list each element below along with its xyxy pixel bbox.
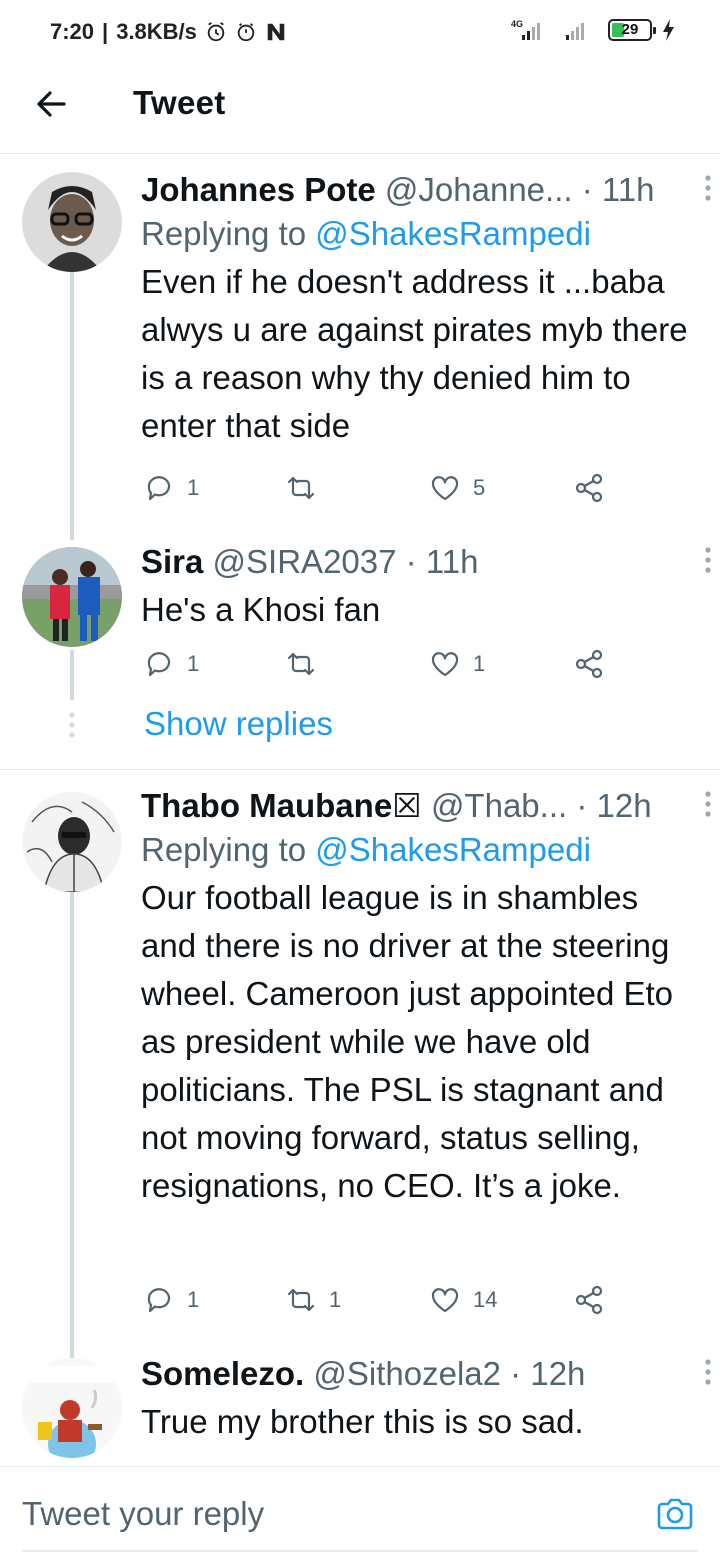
like-count: 1 — [473, 651, 486, 676]
tweet-text: He's a Khosi fan — [141, 591, 381, 628]
status-bar: 7:20 | 3.8KB/s 4G 29 — [0, 0, 720, 64]
author-name[interactable]: Sira — [141, 543, 203, 580]
avatar[interactable] — [22, 792, 122, 892]
reply-button[interactable]: 1 — [143, 648, 199, 680]
author-name[interactable]: Johannes Pote — [141, 171, 376, 208]
top-bar: Tweet — [0, 64, 720, 154]
replying-to: Replying to @ShakesRampedi — [141, 215, 591, 252]
reply-count: 1 — [187, 1287, 200, 1312]
heart-icon — [431, 1288, 459, 1313]
battery-icon: 29 — [608, 19, 656, 41]
reply-button[interactable]: 1 — [143, 472, 199, 504]
camera-icon[interactable] — [655, 1495, 695, 1533]
share-icon — [575, 1285, 603, 1315]
back-arrow-icon[interactable] — [30, 82, 74, 126]
author-handle[interactable]: @SIRA2037 — [213, 543, 397, 580]
clock-icon — [237, 23, 255, 42]
share-button[interactable] — [573, 1284, 605, 1316]
signal-4g-icon: 4G — [511, 19, 540, 40]
tweet[interactable]: Sira @SIRA2037 · 11h He's a Khosi fan 1 … — [0, 540, 720, 700]
tweet-time: 11h — [425, 543, 479, 580]
status-speed: 3.8KB/s — [116, 19, 197, 44]
retweet-icon — [287, 652, 315, 676]
author-name[interactable]: Somelezo. — [141, 1355, 304, 1392]
avatar[interactable] — [22, 1358, 122, 1458]
retweet-button[interactable] — [285, 648, 329, 680]
replying-to: Replying to @ShakesRampedi — [141, 831, 591, 868]
author-name[interactable]: Thabo Maubane☒ — [141, 787, 422, 824]
input-underline — [22, 1550, 698, 1552]
share-icon — [575, 649, 603, 679]
status-right: 4G 29 — [508, 18, 676, 42]
tweet-actions: 1 5 — [141, 472, 621, 512]
thread-more-icon — [69, 712, 75, 738]
mention-link[interactable]: @ShakesRampedi — [315, 831, 591, 868]
alarm-icon — [207, 22, 225, 42]
retweet-button[interactable]: 1 — [285, 1284, 341, 1316]
like-button[interactable]: 14 — [429, 1284, 497, 1316]
like-button[interactable]: 1 — [429, 648, 485, 680]
tweet-text: True my brother this is so sad. — [141, 1403, 584, 1440]
tweet-actions: 1 1 14 — [141, 1284, 621, 1324]
thread-line — [70, 650, 74, 700]
like-button[interactable]: 5 — [429, 472, 485, 504]
heart-icon — [431, 652, 459, 677]
tweet-text: Even if he doesn't address it ...baba al… — [141, 263, 688, 444]
reply-icon — [147, 476, 171, 501]
tweet-time: 12h — [530, 1355, 586, 1392]
more-options-icon[interactable] — [698, 168, 718, 212]
retweet-button[interactable] — [285, 472, 329, 504]
divider — [0, 769, 720, 770]
more-options-icon[interactable] — [698, 784, 718, 828]
charging-icon — [663, 19, 674, 41]
tweet[interactable]: Thabo Maubane☒ @Thab... · 12h Replying t… — [0, 784, 720, 1334]
reply-button[interactable]: 1 — [143, 1284, 199, 1316]
tweet[interactable]: Johannes Pote @Johanne... · 11h Replying… — [0, 168, 720, 518]
share-icon — [575, 473, 603, 503]
like-count: 5 — [473, 475, 486, 500]
avatar[interactable] — [22, 172, 122, 272]
avatar[interactable] — [22, 547, 122, 647]
reply-count: 1 — [187, 651, 200, 676]
share-button[interactable] — [573, 648, 605, 680]
reply-composer: Tweet your reply — [0, 1466, 720, 1560]
status-left: 7:20 | 3.8KB/s — [50, 19, 287, 45]
tweet-time: 11h — [601, 171, 655, 208]
tweet[interactable]: Somelezo. @Sithozela2 · 12h True my brot… — [0, 1352, 720, 1466]
heart-icon — [431, 476, 459, 501]
reply-icon — [147, 652, 171, 677]
share-button[interactable] — [573, 472, 605, 504]
reply-input[interactable]: Tweet your reply — [22, 1495, 264, 1533]
retweet-icon — [287, 476, 315, 500]
retweet-icon — [287, 1288, 315, 1312]
tweet-actions: 1 1 — [141, 648, 621, 688]
show-replies-link[interactable]: Show replies — [144, 705, 333, 743]
status-time: 7:20 — [50, 19, 95, 44]
tweet-text: Our football league is in shambles and t… — [141, 879, 673, 1204]
like-count: 14 — [473, 1287, 498, 1312]
n-app-icon — [267, 23, 285, 41]
svg-text:4G: 4G — [511, 19, 523, 29]
more-options-icon[interactable] — [698, 540, 718, 584]
tweet-time: 12h — [596, 787, 652, 824]
page-title: Tweet — [133, 84, 226, 121]
author-handle[interactable]: @Johanne... — [385, 171, 573, 208]
more-options-icon[interactable] — [698, 1352, 718, 1396]
retweet-count: 1 — [329, 1287, 342, 1312]
reply-icon — [147, 1288, 171, 1313]
author-handle[interactable]: @Thab... — [431, 787, 567, 824]
mention-link[interactable]: @ShakesRampedi — [315, 215, 591, 252]
signal-icon — [566, 23, 584, 40]
author-handle[interactable]: @Sithozela2 — [313, 1355, 501, 1392]
reply-count: 1 — [187, 475, 200, 500]
